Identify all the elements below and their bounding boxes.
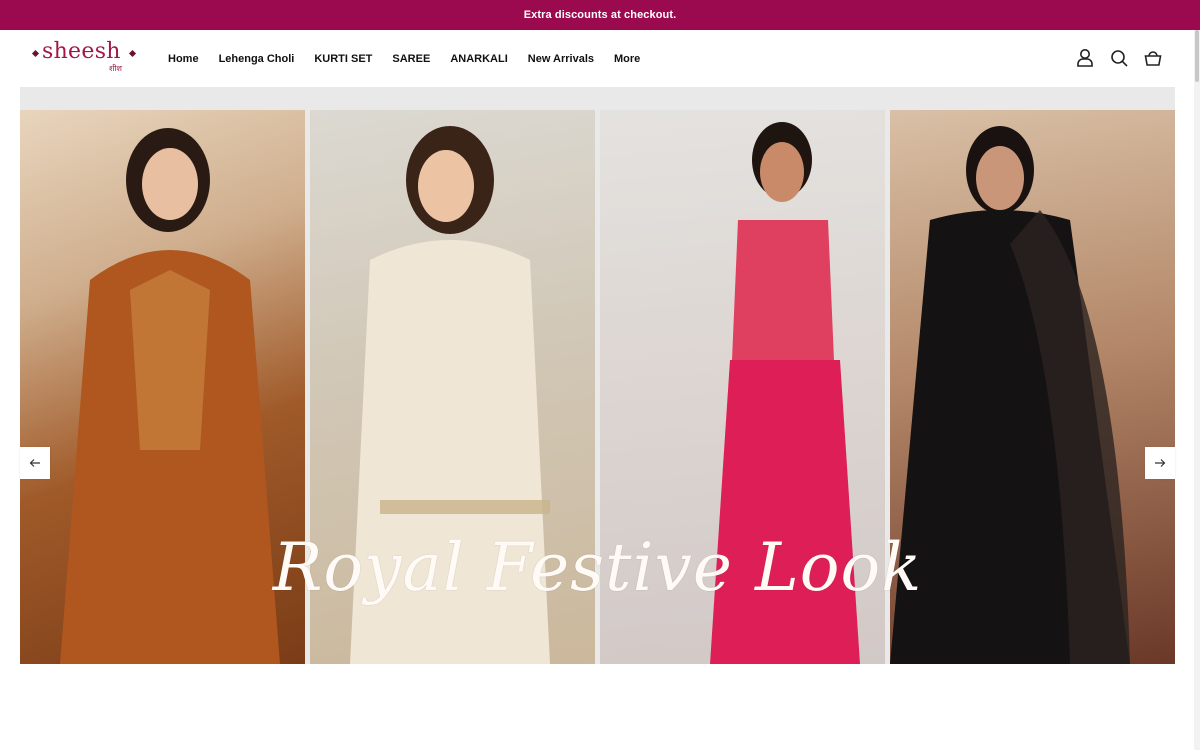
nav-kurti-set[interactable]: KURTI SET (314, 53, 372, 65)
nav-lehenga-choli[interactable]: Lehenga Choli (219, 53, 295, 65)
main-nav: Home Lehenga Choli KURTI SET SAREE ANARK… (168, 30, 660, 87)
logo-dot-left (31, 49, 40, 58)
slider-prev-button[interactable] (20, 447, 50, 479)
nav-saree[interactable]: SAREE (392, 53, 430, 65)
logo-wordmark: sheesh (42, 39, 121, 64)
nav-new-arrivals[interactable]: New Arrivals (528, 53, 594, 65)
nav-more[interactable]: More (614, 53, 640, 65)
account-icon[interactable] (1076, 47, 1094, 69)
brand-logo[interactable]: sheesh शीश (31, 39, 142, 79)
page-scrollbar[interactable] (1194, 30, 1200, 750)
arrow-right-icon (1155, 459, 1166, 467)
announcement-text: Extra discounts at checkout. (523, 9, 677, 21)
nav-home[interactable]: Home (168, 53, 199, 65)
announcement-bar: Extra discounts at checkout. (0, 0, 1200, 30)
header-actions (1076, 47, 1162, 69)
logo-subtitle: शीश (109, 64, 122, 73)
search-icon[interactable] (1110, 47, 1128, 69)
scrollbar-thumb[interactable] (1195, 30, 1199, 82)
site-header: sheesh शीश Home Lehenga Choli KURTI SET … (0, 30, 1200, 87)
logo-dot-right (128, 49, 137, 58)
hero-slider: Royal Festive Look (20, 87, 1175, 664)
slider-next-button[interactable] (1145, 447, 1175, 479)
arrow-left-icon (29, 459, 40, 467)
hero-title: Royal Festive Look (272, 529, 923, 606)
cart-icon[interactable] (1144, 47, 1162, 69)
nav-anarkali[interactable]: ANARKALI (450, 53, 507, 65)
